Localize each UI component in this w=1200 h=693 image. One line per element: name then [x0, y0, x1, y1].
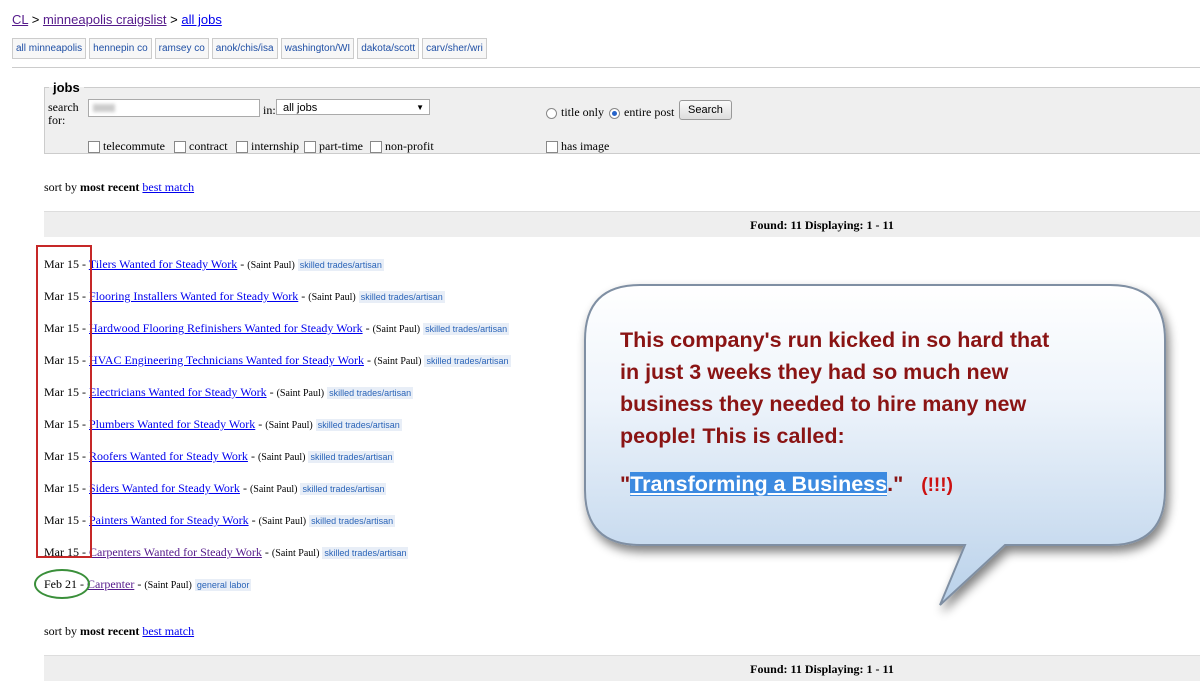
callout-line: This company's run kicked in so hard tha…	[620, 328, 1050, 352]
callout-highlight: Transforming a Business	[630, 472, 888, 496]
callout-line: people! This is called:	[620, 424, 845, 448]
callout-highlight-line: "Transforming a Business." (!!!)	[620, 468, 1140, 502]
callout-line: business they needed to hire many new	[620, 392, 1027, 416]
quote-close: ."	[887, 472, 904, 496]
quote-open: "	[620, 472, 631, 496]
callout-exclaim: (!!!)	[921, 475, 953, 496]
callout-line: in just 3 weeks they had so much new	[620, 360, 1009, 384]
callout-text: This company's run kicked in so hard tha…	[620, 324, 1140, 502]
